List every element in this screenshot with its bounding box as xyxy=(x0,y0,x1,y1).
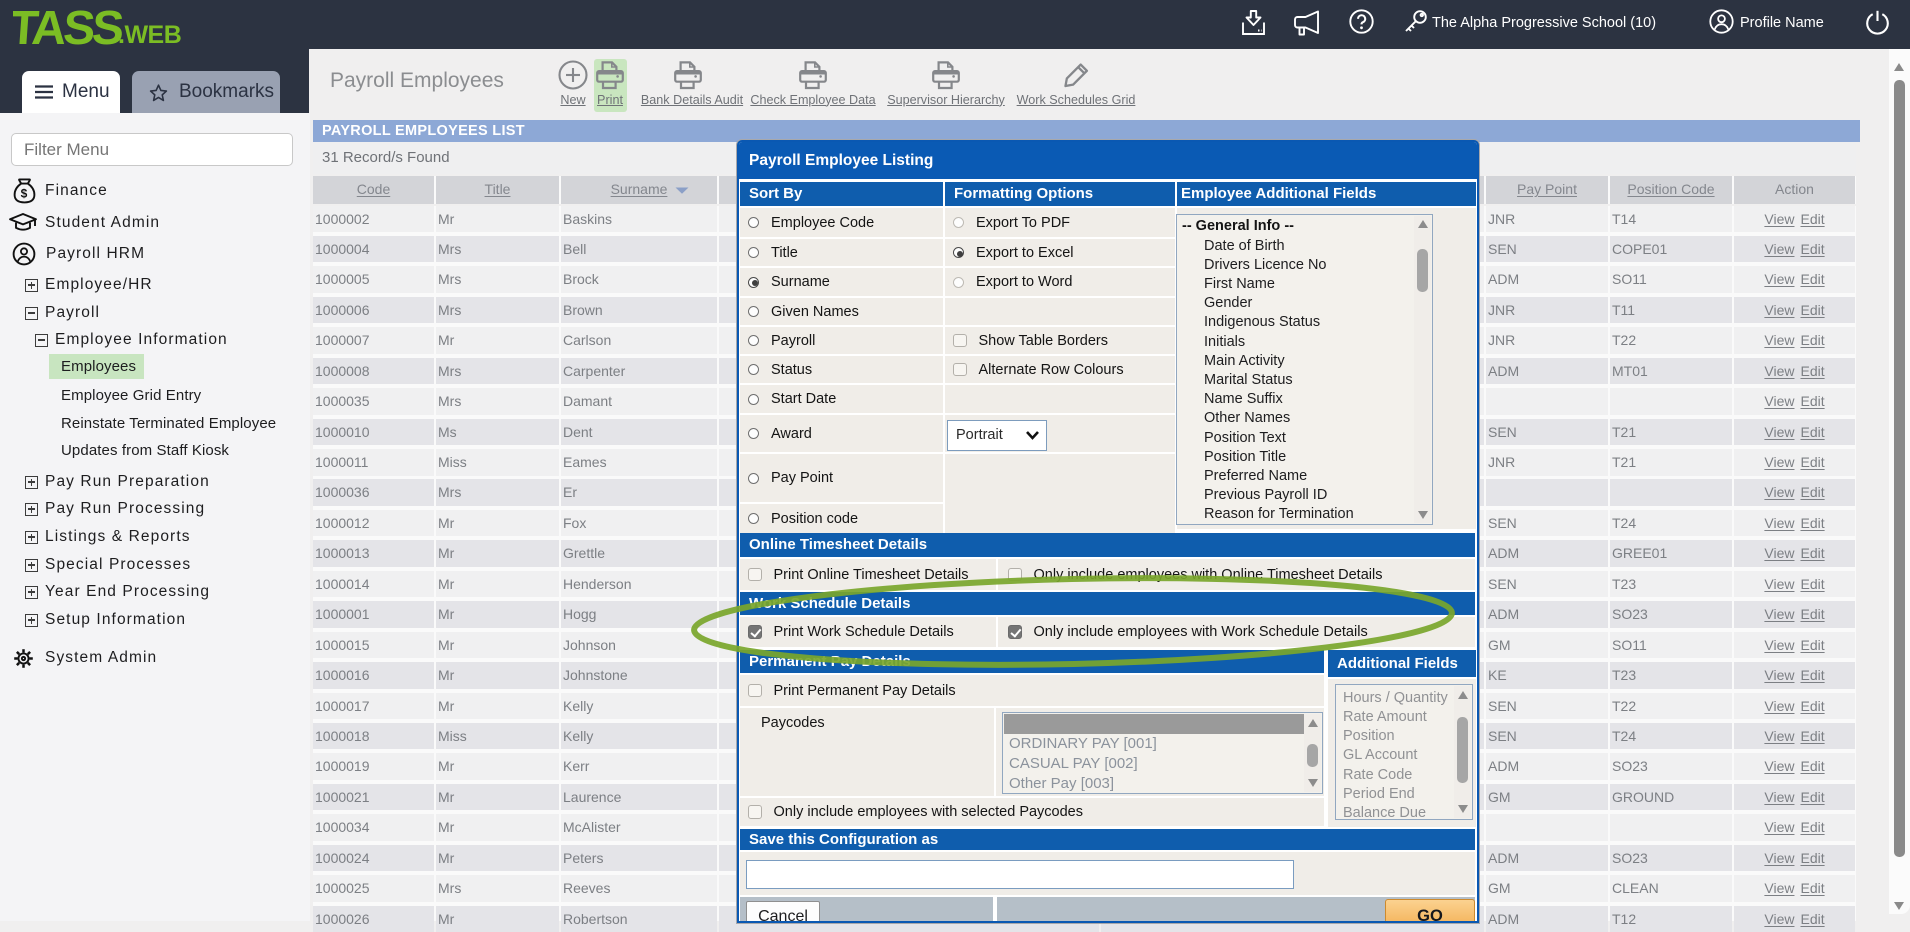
svg-text:$: $ xyxy=(21,187,29,201)
svg-text:TASS: TASS xyxy=(13,4,125,48)
svg-text:.WEB: .WEB xyxy=(118,21,181,48)
